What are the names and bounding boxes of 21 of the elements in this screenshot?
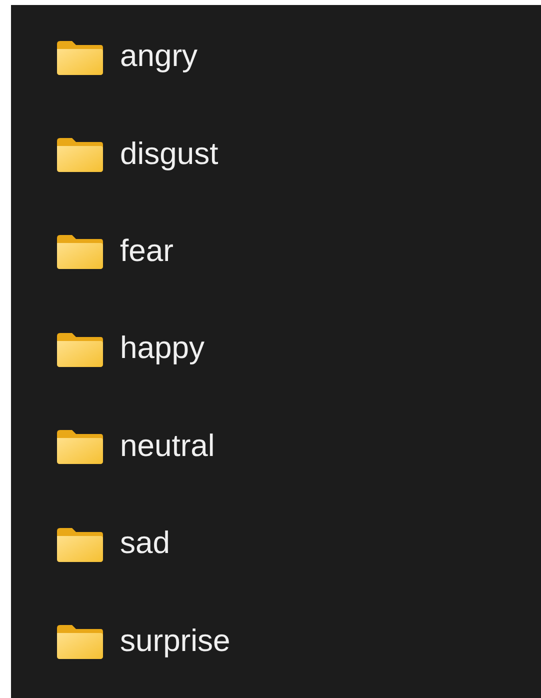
folder-name: sad (120, 527, 170, 562)
folder-icon (55, 624, 105, 660)
folder-icon (55, 429, 105, 466)
folder-icon (55, 137, 105, 174)
folder-item[interactable]: disgust (11, 106, 541, 204)
folder-name: happy (120, 332, 204, 368)
folder-icon (55, 332, 105, 368)
folder-name: fear (120, 234, 174, 270)
folder-name: neutral (120, 430, 215, 465)
folder-item[interactable]: sad (11, 496, 541, 594)
folder-icon (55, 526, 105, 563)
folder-item[interactable]: happy (11, 301, 541, 399)
folder-icon (55, 234, 105, 270)
folder-name: surprise (120, 624, 230, 660)
folder-item[interactable]: neutral (11, 398, 541, 496)
folder-name: disgust (120, 138, 218, 173)
folder-item[interactable]: surprise (11, 593, 541, 691)
folder-name: angry (120, 40, 198, 76)
folder-icon (55, 40, 105, 76)
folder-item[interactable]: angry (11, 9, 541, 106)
folder-item[interactable]: fear (11, 204, 541, 302)
